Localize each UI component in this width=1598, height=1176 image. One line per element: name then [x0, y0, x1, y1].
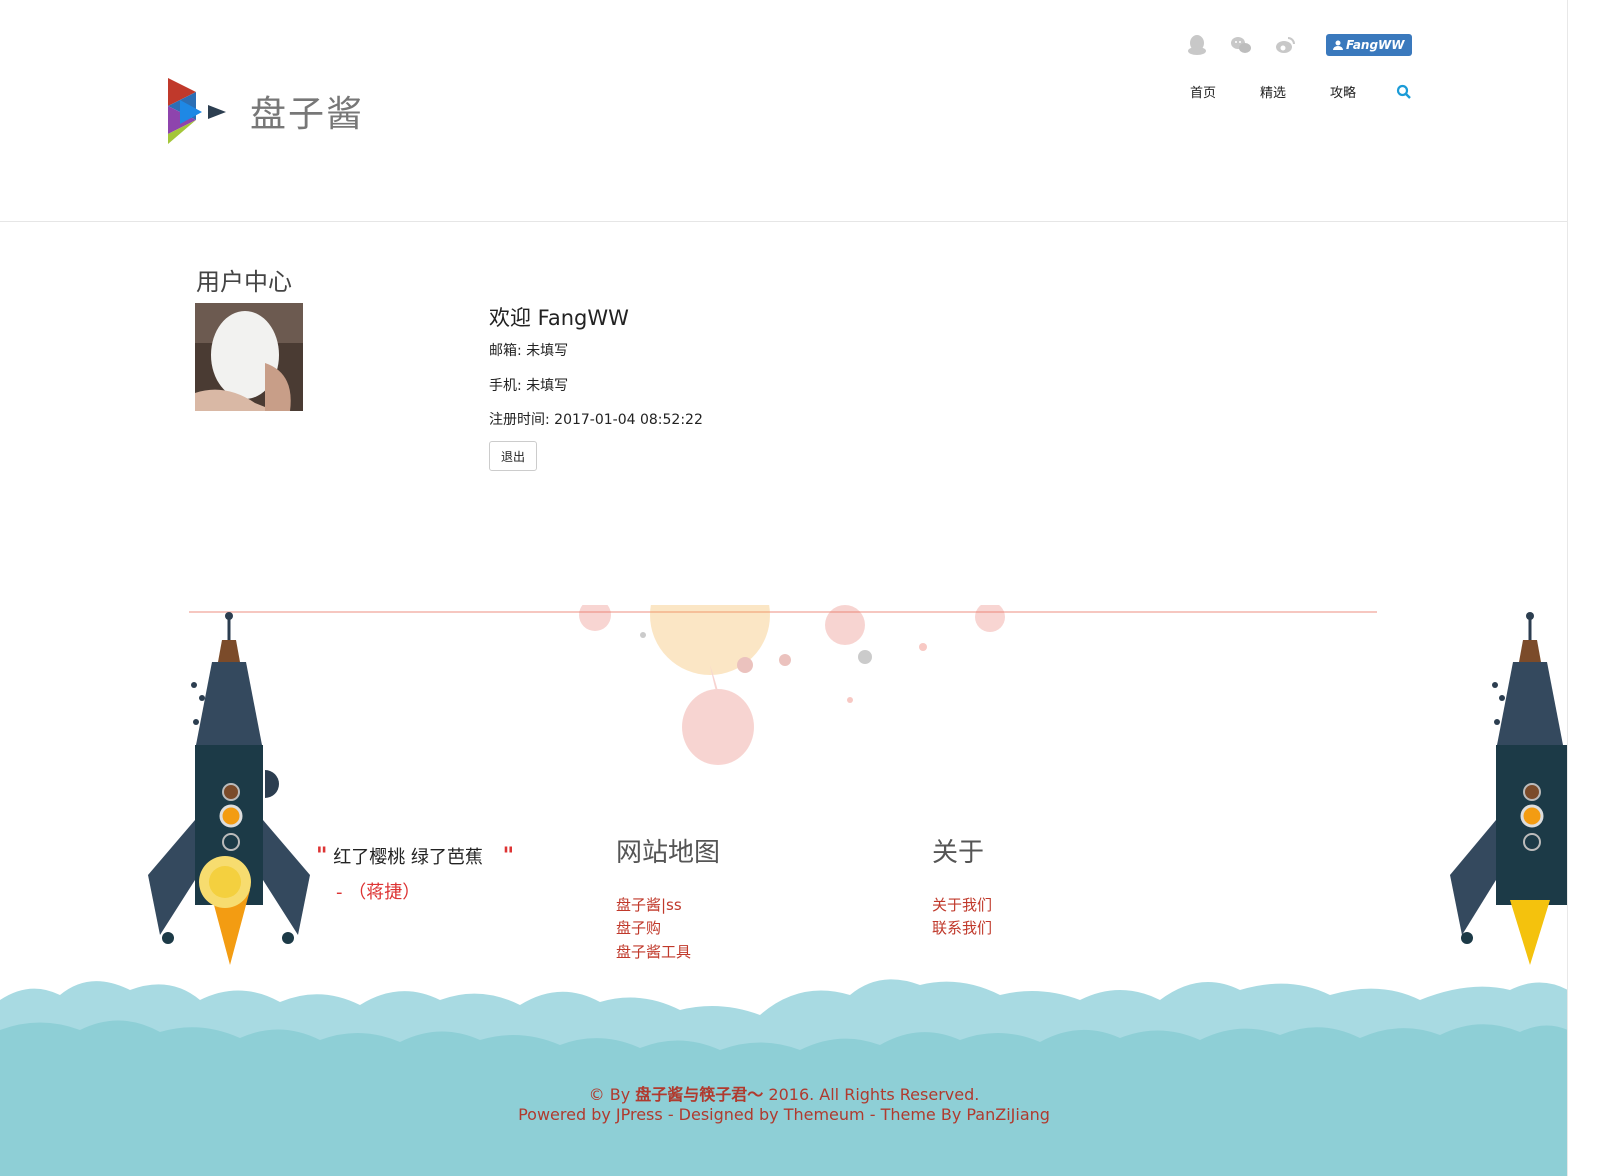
email-info: 邮箱: 未填写 [489, 343, 569, 359]
welcome-heading: 欢迎 FangWW [489, 306, 629, 330]
sitemap-link-ss[interactable]: 盘子酱|ss [616, 894, 682, 915]
footer-quote: " 红了樱桃 绿了芭蕉 " [316, 843, 514, 869]
copyright-name[interactable]: 盘子酱与筷子君～ [635, 1085, 763, 1104]
copyright-line: © By 盘子酱与筷子君～ 2016. All Rights Reserved. [0, 1081, 1568, 1105]
nav-featured[interactable]: 精选 [1260, 82, 1286, 101]
about-heading: 关于 [932, 838, 985, 868]
quote-open-mark: " [316, 844, 328, 869]
rocket-illustration-left [148, 612, 310, 965]
logout-button[interactable]: 退出 [489, 441, 537, 471]
main-nav: 首页 精选 攻略 [1190, 82, 1412, 101]
sitemap-heading: 网站地图 [616, 838, 721, 868]
rocket-illustration-right [1450, 612, 1568, 965]
phone-info: 手机: 未填写 [489, 378, 569, 394]
page-scrollbar[interactable] [1567, 0, 1598, 1176]
search-icon[interactable] [1396, 84, 1412, 100]
wechat-icon[interactable] [1230, 34, 1252, 56]
qq-icon[interactable] [1186, 34, 1208, 56]
registered-info: 注册时间: 2017-01-04 08:52:22 [489, 412, 703, 428]
powered-by-line: Powered by JPress - Designed by Themeum … [518, 1105, 1050, 1124]
about-link-us[interactable]: 关于我们 [932, 894, 992, 915]
user-icon [1333, 40, 1343, 50]
site-logo[interactable]: 盘子酱 [168, 78, 364, 144]
about-link-contact[interactable]: 联系我们 [932, 917, 992, 938]
footer-clouds [0, 979, 1568, 1176]
sitemap-link-tools[interactable]: 盘子酱工具 [616, 941, 691, 962]
nav-guides[interactable]: 攻略 [1330, 82, 1356, 101]
footer-balloons-decoration [579, 605, 1005, 765]
quote-author: - （蒋捷） [336, 882, 421, 903]
quote-close-mark: " [502, 844, 515, 869]
quote-text: 红了樱桃 绿了芭蕉 [333, 847, 483, 868]
site-header: 盘子酱 FangWW 首页 精选 攻略 [0, 0, 1568, 222]
user-button-label: FangWW [1346, 38, 1405, 52]
copyright-prefix: © By [588, 1085, 636, 1104]
social-bar: FangWW [1186, 34, 1412, 56]
nav-home[interactable]: 首页 [1190, 82, 1216, 101]
site-name: 盘子酱 [250, 94, 365, 135]
copyright-suffix: 2016. All Rights Reserved. [763, 1085, 980, 1104]
sitemap-link-shop[interactable]: 盘子购 [616, 917, 661, 938]
logo-icon [168, 78, 226, 144]
page-title: 用户中心 [196, 268, 292, 296]
avatar [195, 303, 303, 411]
weibo-icon[interactable] [1274, 34, 1296, 56]
user-button[interactable]: FangWW [1326, 34, 1412, 56]
